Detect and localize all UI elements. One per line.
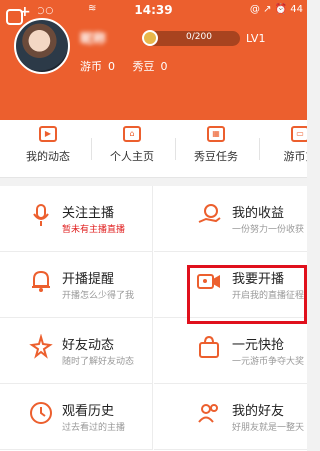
quick-item-label: 秀豆任务 — [194, 150, 238, 163]
bean-value: 0 — [160, 60, 168, 73]
bell-icon — [32, 270, 50, 292]
quick-actions-row: ▶ 我的动态 ⌂ 个人主页 ▦ 秀豆任务 ▭ 游币充 — [0, 120, 307, 178]
quick-item-recharge[interactable]: ▭ 游币充 — [262, 120, 307, 178]
grid-item-subtitle: 过去看过的主播 — [62, 423, 126, 433]
clock-icon — [30, 402, 52, 424]
avatar[interactable] — [14, 18, 70, 74]
grid-item-subtitle: 随时了解好友动态 — [62, 357, 135, 367]
quick-item-label: 游币充 — [283, 150, 308, 163]
my-page-screen: ●●○○○ ≋ 14:39 @ ↗ ⏰ 44 + 昵称 0/200 LV1 游币… — [0, 0, 307, 451]
coin-label: 游币 — [80, 60, 102, 73]
grid-item-title: 关注主播 — [62, 206, 115, 221]
play-icon: ▶ — [39, 126, 57, 142]
grid-item-title: 好友动态 — [62, 338, 115, 353]
level-label: LV1 — [246, 32, 266, 45]
grid-item-subtitle: 好朋友就是一整天 — [232, 423, 305, 433]
grid-item-subtitle: 开播怎么少得了我 — [62, 291, 135, 301]
level-badge-icon — [142, 30, 158, 46]
grid-item-title: 我的好友 — [232, 404, 285, 419]
quick-item-my-feed[interactable]: ▶ 我的动态 — [10, 120, 86, 178]
grid-item-title: 开播提醒 — [62, 272, 115, 287]
level-progress-text: 0/200 — [186, 32, 212, 42]
status-bar: ●●○○○ ≋ 14:39 @ ↗ ⏰ 44 — [0, 0, 307, 20]
calendar-icon: ▦ — [207, 126, 225, 142]
quick-item-label: 我的动态 — [26, 150, 70, 163]
grid-item-title: 我的收益 — [232, 206, 285, 221]
profile-stats: 游币 0 秀豆 0 — [80, 58, 182, 74]
status-right-indicators: @ ↗ ⏰ 44 — [249, 4, 303, 15]
nickname: 昵称 — [80, 32, 107, 47]
home-icon: ⌂ — [123, 126, 141, 142]
coin-hand-icon — [198, 204, 221, 223]
grid-item-title: 一元快抢 — [232, 338, 285, 353]
wallet-icon: ▭ — [291, 126, 307, 142]
quick-item-bean-task[interactable]: ▦ 秀豆任务 — [178, 120, 254, 178]
grid-item-follow-anchor[interactable]: 关注主播 暂未有主播直播 — [0, 186, 153, 252]
grid-item-watch-history[interactable]: 观看历史 过去看过的主播 — [0, 384, 153, 450]
grid-item-friend-feed[interactable]: 好友动态 随时了解好友动态 — [0, 318, 153, 384]
grid-item-one-yuan-snatch[interactable]: 一元快抢 一元游币争夺大奖 — [154, 318, 307, 384]
bean-label: 秀豆 — [132, 60, 155, 73]
profile-header: ●●○○○ ≋ 14:39 @ ↗ ⏰ 44 + 昵称 0/200 LV1 游币… — [0, 0, 307, 120]
grid-item-live-reminder[interactable]: 开播提醒 开播怎么少得了我 — [0, 252, 153, 318]
quick-item-label: 个人主页 — [110, 150, 154, 163]
grid-item-earnings[interactable]: 我的收益 一份努力一份收获 — [154, 186, 307, 252]
bag-icon — [199, 335, 219, 358]
grid-item-my-friends[interactable]: 我的好友 好朋友就是一整天 — [154, 384, 307, 450]
quick-item-home[interactable]: ⌂ 个人主页 — [94, 120, 170, 178]
microphone-icon — [33, 204, 49, 226]
coin-value: 0 — [108, 60, 115, 73]
friends-icon — [198, 404, 218, 423]
grid-item-subtitle: 一元游币争夺大奖 — [232, 357, 305, 367]
grid-item-subtitle: 暂未有主播直播 — [62, 225, 126, 235]
grid-item-title: 观看历史 — [62, 404, 115, 419]
highlight-box — [187, 265, 307, 324]
grid-item-subtitle: 一份努力一份收获 — [232, 225, 305, 235]
star-sparkle-icon — [29, 334, 53, 359]
level-progress-bar: 0/200 — [142, 30, 240, 46]
